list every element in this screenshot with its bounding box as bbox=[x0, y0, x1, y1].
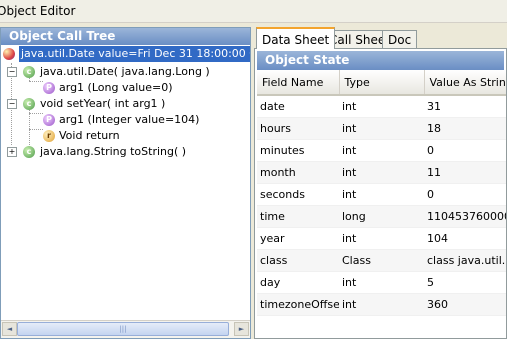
type-cell[interactable]: int bbox=[339, 227, 424, 250]
tree-node-label: arg1 (Long value=0) bbox=[59, 81, 173, 94]
expand-toggle-icon[interactable]: + bbox=[7, 147, 17, 157]
table-row[interactable]: year int 104 bbox=[257, 227, 506, 250]
type-cell[interactable]: int bbox=[339, 139, 424, 162]
table-row[interactable]: seconds int 0 bbox=[257, 183, 506, 206]
field-name-cell[interactable]: class bbox=[257, 249, 339, 272]
type-cell[interactable]: long bbox=[339, 205, 424, 228]
type-cell[interactable]: int bbox=[339, 161, 424, 184]
scroll-thumb[interactable]: ||| bbox=[17, 322, 229, 336]
horizontal-scrollbar[interactable]: ◄ ||| ► bbox=[1, 320, 250, 338]
parameter-icon: P bbox=[43, 114, 55, 126]
details-tabs: Data Sheet Call Sheet Doc bbox=[254, 27, 507, 49]
type-cell[interactable]: int bbox=[339, 95, 424, 118]
tab-data-sheet[interactable]: Data Sheet bbox=[256, 27, 336, 49]
return-icon: r bbox=[43, 130, 55, 142]
object-icon bbox=[3, 48, 15, 60]
value-cell[interactable]: 360 bbox=[424, 293, 506, 316]
field-name-cell[interactable]: day bbox=[257, 271, 339, 294]
method-icon: c bbox=[23, 98, 35, 110]
parameter-icon: P bbox=[43, 82, 55, 94]
tree-node-label: java.util.Date( java.lang.Long ) bbox=[40, 65, 210, 78]
field-name-cell[interactable]: date bbox=[257, 95, 339, 118]
table-row[interactable]: date int 31 bbox=[257, 95, 506, 118]
window-title-bar: Object Editor bbox=[0, 0, 507, 23]
window-title: Object Editor bbox=[0, 4, 76, 18]
tree-connector bbox=[29, 81, 43, 82]
value-cell[interactable]: 31 bbox=[424, 95, 506, 118]
tree-node-label: Void return bbox=[59, 129, 120, 142]
tab-doc[interactable]: Doc bbox=[382, 30, 418, 48]
type-cell[interactable]: int bbox=[339, 117, 424, 140]
value-cell[interactable]: 104 bbox=[424, 227, 506, 250]
table-row[interactable]: timezoneOffset int 360 bbox=[257, 293, 506, 316]
tree-node-label: java.lang.String toString( ) bbox=[40, 145, 187, 158]
value-cell[interactable]: class java.util.... bbox=[424, 249, 506, 272]
scroll-right-icon[interactable]: ► bbox=[234, 322, 249, 336]
value-cell[interactable]: 18 bbox=[424, 117, 506, 140]
field-name-cell[interactable]: time bbox=[257, 205, 339, 228]
object-call-tree-panel: Object Call Tree java.util.Date value=Fr… bbox=[0, 27, 251, 339]
type-cell[interactable]: int bbox=[339, 293, 424, 316]
collapse-toggle-icon[interactable]: − bbox=[7, 67, 17, 77]
object-state-table: Field Name Type Value As String date int… bbox=[257, 70, 506, 316]
object-state-header: Object State bbox=[257, 51, 504, 70]
column-header-field-name[interactable]: Field Name bbox=[257, 70, 340, 96]
tree-connector bbox=[29, 129, 43, 130]
table-row[interactable]: time long 1104537600000 bbox=[257, 205, 506, 228]
method-icon: c bbox=[23, 66, 35, 78]
field-name-cell[interactable]: year bbox=[257, 227, 339, 250]
collapse-toggle-icon[interactable]: − bbox=[7, 99, 17, 109]
table-row[interactable]: day int 5 bbox=[257, 271, 506, 294]
tree-node-label: java.util.Date value=Fri Dec 31 18:00:00… bbox=[19, 46, 250, 62]
column-header-value[interactable]: Value As String bbox=[424, 70, 506, 96]
table-row[interactable]: class Class class java.util.... bbox=[257, 249, 506, 272]
call-tree: java.util.Date value=Fri Dec 31 18:00:00… bbox=[1, 45, 250, 321]
table-row[interactable]: month int 11 bbox=[257, 161, 506, 184]
object-call-tree-header: Object Call Tree bbox=[1, 28, 250, 45]
method-icon: c bbox=[23, 146, 35, 158]
value-cell[interactable]: 11 bbox=[424, 161, 506, 184]
field-name-cell[interactable]: minutes bbox=[257, 139, 339, 162]
value-cell[interactable]: 1104537600000 bbox=[424, 205, 506, 228]
type-cell[interactable]: int bbox=[339, 271, 424, 294]
scroll-left-icon[interactable]: ◄ bbox=[2, 322, 17, 336]
value-cell[interactable]: 5 bbox=[424, 271, 506, 294]
field-name-cell[interactable]: month bbox=[257, 161, 339, 184]
object-details-panel: Data Sheet Call Sheet Doc Object State F… bbox=[254, 27, 507, 339]
table-row[interactable]: hours int 18 bbox=[257, 117, 506, 140]
type-cell[interactable]: Class bbox=[339, 249, 424, 272]
tree-node-label: void setYear( int arg1 ) bbox=[40, 97, 166, 110]
data-sheet: Object State Field Name Type Value As St… bbox=[254, 48, 507, 339]
tree-node-label: arg1 (Integer value=104) bbox=[59, 113, 200, 126]
value-cell[interactable]: 0 bbox=[424, 183, 506, 206]
type-cell[interactable]: int bbox=[339, 183, 424, 206]
field-name-cell[interactable]: timezoneOffset bbox=[257, 293, 339, 316]
tree-connector bbox=[29, 113, 43, 114]
column-header-type[interactable]: Type bbox=[339, 70, 425, 96]
field-name-cell[interactable]: seconds bbox=[257, 183, 339, 206]
table-row[interactable]: minutes int 0 bbox=[257, 139, 506, 162]
value-cell[interactable]: 0 bbox=[424, 139, 506, 162]
field-name-cell[interactable]: hours bbox=[257, 117, 339, 140]
